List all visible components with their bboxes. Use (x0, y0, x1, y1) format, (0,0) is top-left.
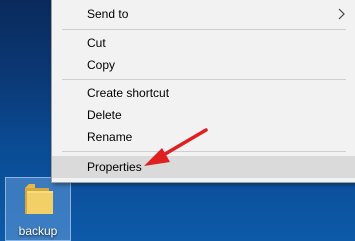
menu-separator (62, 79, 346, 80)
chevron-right-icon (338, 8, 345, 20)
folder-icon (25, 184, 53, 214)
menu-separator (62, 29, 346, 30)
menu-item-label: Send to (87, 7, 129, 21)
desktop: backup Send to Cut Copy Create shortcut … (0, 0, 355, 241)
desktop-icon-label: backup (18, 224, 58, 238)
menu-item-label: Delete (87, 108, 122, 122)
menu-item-create-shortcut[interactable]: Create shortcut (52, 82, 355, 104)
context-menu: Send to Cut Copy Create shortcut Delete … (51, 0, 355, 183)
menu-item-label: Properties (87, 160, 142, 174)
desktop-icon-backup[interactable]: backup (5, 177, 71, 241)
menu-item-delete[interactable]: Delete (52, 104, 355, 126)
menu-item-properties[interactable]: Properties (52, 156, 355, 178)
menu-separator (62, 151, 346, 152)
menu-item-cut[interactable]: Cut (52, 32, 355, 54)
menu-item-label: Cut (87, 36, 106, 50)
menu-item-copy[interactable]: Copy (52, 54, 355, 76)
menu-item-label: Create shortcut (87, 86, 170, 100)
menu-item-label: Rename (87, 130, 133, 144)
menu-item-send-to[interactable]: Send to (52, 3, 355, 25)
menu-item-label: Copy (87, 58, 116, 72)
menu-item-rename[interactable]: Rename (52, 126, 355, 148)
